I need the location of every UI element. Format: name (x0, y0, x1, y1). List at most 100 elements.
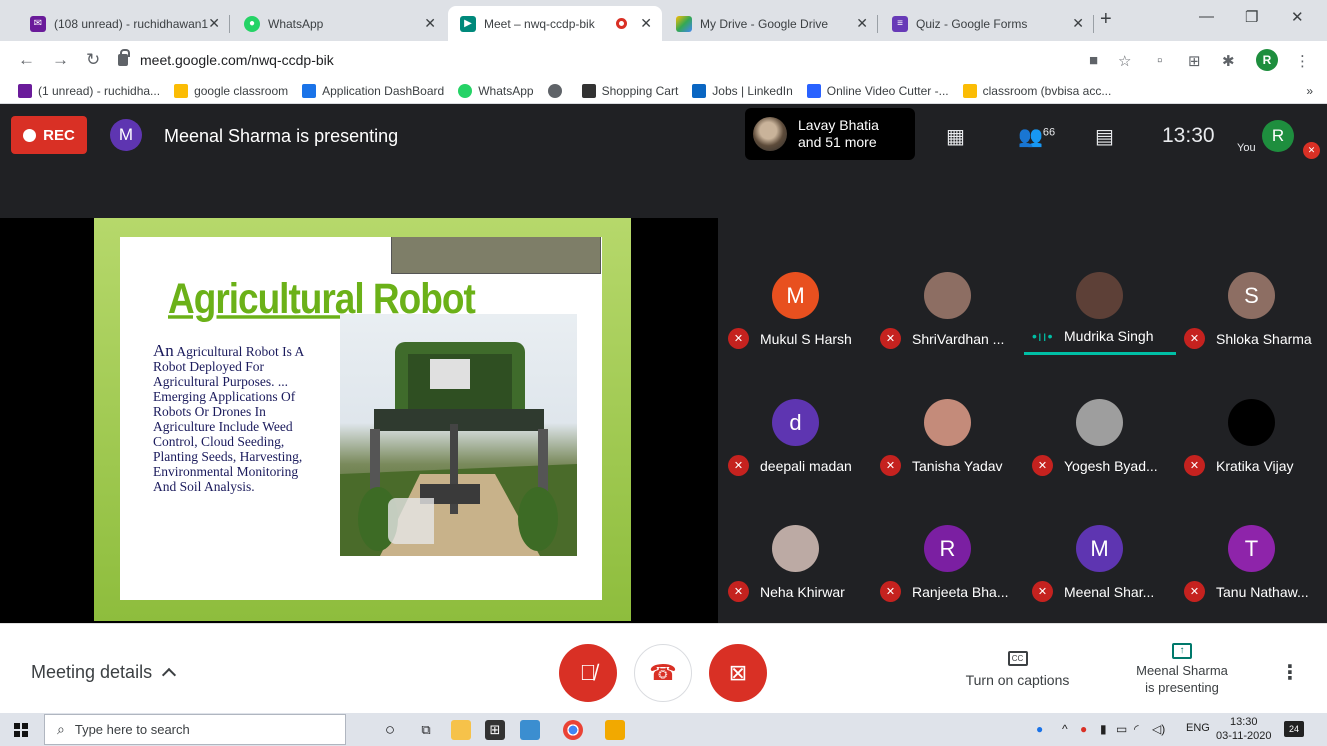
participant-name: Yogesh Byad... (1064, 457, 1158, 474)
participant-name: Shloka Sharma (1216, 330, 1312, 347)
mic-off-icon: ✕ (1303, 142, 1320, 159)
new-tab-button[interactable]: + (1100, 8, 1112, 31)
participant-tile[interactable]: •ıı• Mudrika Singh (1024, 232, 1176, 355)
participant-tile[interactable]: ✕ ShriVardhan ... (872, 232, 1022, 349)
captions-button[interactable]: CC Turn on captions (960, 648, 1075, 688)
people-icon[interactable]: 👥66 (1018, 124, 1055, 149)
self-avatar[interactable]: R (1262, 120, 1294, 152)
window-close-icon[interactable]: ✕ (1291, 8, 1304, 26)
puzzle-icon[interactable]: ✱ (1222, 52, 1235, 70)
leave-call-button[interactable]: ☎ (634, 644, 692, 702)
participant-tile[interactable]: T ✕ Tanu Nathaw... (1176, 485, 1326, 602)
bookmark-item[interactable]: Application DashBoard (302, 84, 444, 98)
meeting-details-button[interactable]: Meeting details (31, 662, 177, 683)
recording-badge: REC (11, 116, 87, 154)
participant-tile[interactable]: ✕ Yogesh Byad... (1024, 359, 1174, 476)
tab-forms[interactable]: ≡ Quiz - Google Forms ✕ (880, 6, 1094, 41)
bookmark-star-icon[interactable]: ☆ (1118, 52, 1131, 70)
participant-tile[interactable]: M ✕ Mukul S Harsh (720, 232, 870, 349)
minimize-icon[interactable]: — (1199, 8, 1214, 25)
volume-icon[interactable]: ◁) (1152, 722, 1165, 736)
search-icon: ⌕ (57, 721, 65, 737)
help-icon[interactable]: ● (1036, 722, 1043, 736)
tray-chevron-icon[interactable]: ^ (1062, 722, 1068, 736)
speaking-indicator-icon: •ıı• (1032, 328, 1054, 344)
browser-menu-icon[interactable]: ⋮ (1295, 52, 1310, 70)
taskbar-clock[interactable]: 13:30 03-11-2020 (1216, 715, 1271, 743)
participant-avatar: M (1076, 525, 1123, 572)
bookmarks-overflow-button[interactable]: » (1306, 84, 1313, 98)
participant-tile[interactable]: ✕ Kratika Vijay (1176, 359, 1326, 476)
url-bar[interactable]: meet.google.com/nwq-ccdp-bik (118, 47, 1068, 73)
forward-icon[interactable]: → (52, 50, 69, 70)
tray-app-icon[interactable]: ● (1080, 722, 1087, 736)
reload-icon[interactable]: ↻ (86, 50, 100, 70)
taskbar-search-input[interactable]: ⌕ Type here to search (44, 714, 346, 745)
pinned-participant-card[interactable]: Lavay Bhatia and 51 more (745, 108, 915, 160)
bookmark-item[interactable]: classroom (bvbisa acc... (962, 84, 1111, 98)
bookmark-item[interactable]: Jobs | LinkedIn (692, 84, 793, 98)
present-status-button[interactable]: ↑ Meenal Sharma is presenting (1122, 640, 1242, 696)
close-icon[interactable]: ✕ (424, 15, 436, 32)
camera-icon[interactable]: ■ (1089, 52, 1098, 69)
bookmark-item[interactable]: Online Video Cutter -... (806, 84, 949, 98)
captions-label: Turn on captions (965, 672, 1070, 688)
tab-drive[interactable]: My Drive - Google Drive ✕ (664, 6, 878, 41)
participant-avatar (772, 525, 819, 572)
restore-icon[interactable]: ❐ (1245, 8, 1258, 26)
app-icon[interactable] (520, 720, 540, 740)
bookmark-item[interactable]: (1 unread) - ruchidha... (18, 84, 160, 98)
close-icon[interactable]: ✕ (856, 15, 868, 32)
shopping-cart-icon (581, 84, 596, 98)
participant-tile[interactable]: ✕ Neha Khirwar (720, 485, 870, 602)
profile-avatar[interactable]: R (1256, 49, 1278, 71)
close-icon[interactable]: ✕ (1072, 15, 1084, 32)
bookmark-item[interactable]: google classroom (174, 84, 288, 98)
store-icon[interactable]: ⊞ (485, 720, 505, 740)
battery-icon[interactable]: ▭ (1116, 722, 1127, 736)
close-icon[interactable]: ✕ (640, 15, 652, 32)
participant-tile[interactable]: d ✕ deepali madan (720, 359, 870, 476)
app-icon[interactable] (605, 720, 625, 740)
back-icon[interactable]: ← (18, 50, 35, 70)
mic-tray-icon[interactable]: ▮ (1100, 722, 1107, 736)
classroom-icon (174, 84, 189, 98)
more-options-icon[interactable]: ⋮ (1280, 660, 1300, 685)
tab-title: Quiz - Google Forms (916, 16, 1028, 31)
close-icon[interactable]: ✕ (208, 15, 220, 32)
bookmark-item[interactable] (547, 84, 568, 98)
tab-whatsapp[interactable]: ● WhatsApp ✕ (232, 6, 446, 41)
pin-tab[interactable] (388, 498, 434, 544)
search-placeholder: Type here to search (74, 722, 190, 737)
task-view-icon[interactable]: ⧉ (416, 720, 436, 740)
participant-name: Neha Khirwar (760, 583, 845, 600)
extension-icon[interactable]: ▫ (1157, 52, 1162, 69)
tab-title: (108 unread) - ruchidhawan1 (54, 16, 209, 31)
bookmark-item[interactable]: WhatsApp (458, 84, 534, 98)
tab-meet[interactable]: ▶ Meet – nwq-ccdp-bik ✕ (448, 6, 662, 41)
windows-start-icon[interactable] (14, 723, 28, 737)
grid-extension-icon[interactable]: ⊞ (1188, 52, 1201, 70)
participant-tile[interactable]: M ✕ Meenal Shar... (1024, 485, 1174, 602)
hang-up-icon: ☎ (649, 660, 677, 685)
slide-body-first-word: An (153, 341, 174, 360)
participant-photo (753, 117, 787, 151)
wifi-icon[interactable]: ◜ (1134, 722, 1139, 736)
chrome-icon[interactable] (563, 720, 583, 740)
clock-time: 13:30 (1229, 716, 1258, 728)
file-explorer-icon[interactable] (451, 720, 471, 740)
tab-separator (877, 15, 878, 33)
participant-tile[interactable]: R ✕ Ranjeeta Bha... (872, 485, 1022, 602)
camera-toggle-button[interactable]: ⊠ (709, 644, 767, 702)
cortana-icon[interactable]: ○ (380, 720, 400, 740)
meeting-details-label: Meeting details (31, 662, 153, 682)
layout-icon[interactable]: ▦ (946, 124, 965, 149)
notifications-icon[interactable]: 24 (1284, 721, 1304, 737)
tab-gmail[interactable]: ✉ (108 unread) - ruchidhawan1 ✕ (18, 6, 230, 41)
language-indicator[interactable]: ENG (1186, 722, 1210, 734)
participant-tile[interactable]: S ✕ Shloka Sharma (1176, 232, 1326, 349)
mic-toggle-button[interactable]: 🎙̸ (559, 644, 617, 702)
participant-tile[interactable]: ✕ Tanisha Yadav (872, 359, 1022, 476)
chat-icon[interactable]: ▤ (1095, 124, 1114, 149)
bookmark-item[interactable]: Shopping Cart (581, 84, 678, 98)
